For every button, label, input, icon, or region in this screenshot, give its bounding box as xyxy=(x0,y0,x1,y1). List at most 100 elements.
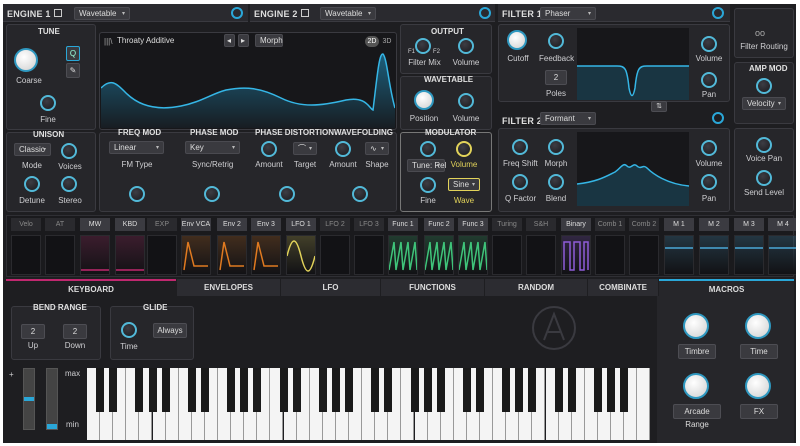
glide-time-knob[interactable] xyxy=(121,322,137,338)
tab-keyboard[interactable]: KEYBOARD xyxy=(6,279,176,296)
filter2-volume-knob[interactable] xyxy=(701,140,717,156)
mod-source-tab-m-3[interactable]: M 3 xyxy=(734,218,764,231)
mod-source-slot-mw[interactable] xyxy=(80,235,110,275)
piano-black-key[interactable] xyxy=(436,368,445,412)
tab-random[interactable]: RANDOM xyxy=(485,279,587,296)
piano-black-key[interactable] xyxy=(384,368,393,412)
piano-black-key[interactable] xyxy=(331,368,340,412)
mod-source-tab-func-1[interactable]: Func 1 xyxy=(388,218,418,231)
voices-knob[interactable] xyxy=(61,143,77,159)
tab-macros[interactable]: MACROS xyxy=(659,279,794,296)
piano-black-key[interactable] xyxy=(292,368,301,412)
mod-source-tab-env-vca[interactable]: Env VCA xyxy=(181,218,211,231)
mod-fine-knob[interactable] xyxy=(420,177,436,193)
send-level-knob[interactable] xyxy=(756,170,772,186)
filter1-pan-knob[interactable] xyxy=(701,72,717,88)
piano-black-key[interactable] xyxy=(528,368,537,412)
copy-icon[interactable] xyxy=(54,9,62,17)
piano-black-key[interactable] xyxy=(253,368,262,412)
engine1-type-dropdown[interactable]: Wavetable ▾ xyxy=(74,7,130,20)
mod-source-slot-lfo-2[interactable] xyxy=(320,235,350,275)
piano-black-key[interactable] xyxy=(502,368,511,412)
mod-wheel[interactable] xyxy=(46,368,58,430)
piano-black-key[interactable] xyxy=(161,368,170,412)
mod-source-tab-s-h[interactable]: S&H xyxy=(526,218,556,231)
piano-black-key[interactable] xyxy=(345,368,353,412)
mod-source-tab-m-1[interactable]: M 1 xyxy=(664,218,694,231)
tab-functions[interactable]: FUNCTIONS xyxy=(381,279,484,296)
mod-source-tab-env-3[interactable]: Env 3 xyxy=(251,218,281,231)
morph-button[interactable]: Morph xyxy=(255,34,283,47)
q-factor-knob[interactable] xyxy=(512,174,528,190)
piano-black-key[interactable] xyxy=(515,368,524,412)
mod-source-tab-velo[interactable]: Velo xyxy=(11,218,41,231)
filter2-type-dropdown[interactable]: Formant ▾ xyxy=(540,112,596,125)
macro-time-knob[interactable] xyxy=(745,313,771,339)
mod-source-slot-env-3[interactable] xyxy=(251,235,281,275)
mod-source-tab-comb-2[interactable]: Comb 2 xyxy=(629,218,659,231)
phase-mod-dropdown[interactable]: Key ▾ xyxy=(185,141,240,154)
poles-value[interactable]: 2 xyxy=(545,70,567,85)
bend-up-value[interactable]: 2 xyxy=(21,324,45,339)
mod-source-tab-lfo-2[interactable]: LFO 2 xyxy=(320,218,350,231)
piano-black-key[interactable] xyxy=(567,368,576,412)
wavetable-prev-button[interactable]: ◂ xyxy=(224,34,235,47)
mod-source-slot-s-h[interactable] xyxy=(526,235,556,275)
fx-label[interactable]: FX xyxy=(740,404,778,419)
piano-black-key[interactable] xyxy=(620,368,629,412)
piano-black-key[interactable] xyxy=(371,368,380,412)
mod-source-tab-comb-1[interactable]: Comb 1 xyxy=(595,218,625,231)
piano-black-key[interactable] xyxy=(410,368,419,412)
mod-source-tab-lfo-3[interactable]: LFO 3 xyxy=(354,218,384,231)
wavetable-volume-knob[interactable] xyxy=(458,93,474,109)
mod-source-slot-lfo-3[interactable] xyxy=(354,235,384,275)
filter1-power-icon[interactable] xyxy=(712,7,724,19)
mod-source-slot-env-2[interactable] xyxy=(217,235,247,275)
piano-black-key[interactable] xyxy=(607,368,615,412)
pd-target-dropdown[interactable]: ⌒ ▾ xyxy=(293,142,317,155)
arcade-range-label[interactable]: Arcade Range xyxy=(673,404,721,429)
wf-amount-knob[interactable] xyxy=(335,141,351,157)
stereo-knob[interactable] xyxy=(61,176,77,192)
tune-q-button[interactable]: Q xyxy=(66,46,80,61)
mod-source-slot-func-3[interactable] xyxy=(458,235,488,275)
piano-black-key[interactable] xyxy=(200,368,209,412)
macro-time-label[interactable]: Time xyxy=(740,344,778,359)
mod-tune-dropdown[interactable]: Tune: Rel ▾ xyxy=(407,159,446,172)
piano-black-key[interactable] xyxy=(462,368,471,412)
fine-knob[interactable] xyxy=(40,95,56,111)
output-volume-knob[interactable] xyxy=(458,38,474,54)
mod-volume-knob[interactable] xyxy=(456,141,472,157)
mod-source-slot-m-4[interactable] xyxy=(768,235,796,275)
unison-mode-dropdown[interactable]: Classic ▾ xyxy=(14,143,51,156)
freq-shift-knob[interactable] xyxy=(512,139,528,155)
filter2-pan-knob[interactable] xyxy=(701,174,717,190)
pd-mod-knob[interactable] xyxy=(279,186,295,202)
detune-knob[interactable] xyxy=(24,176,40,192)
bend-down-value[interactable]: 2 xyxy=(63,324,87,339)
mod-source-tab-func-2[interactable]: Func 2 xyxy=(424,218,454,231)
piano-black-key[interactable] xyxy=(135,368,144,412)
filter1-type-dropdown[interactable]: Phaser ▾ xyxy=(540,7,596,20)
piano-black-key[interactable] xyxy=(318,368,327,412)
mod-source-tab-exp[interactable]: EXP xyxy=(147,218,177,231)
blend-knob[interactable] xyxy=(548,174,564,190)
piano-black-key[interactable] xyxy=(96,368,105,412)
piano-black-key[interactable] xyxy=(148,368,157,412)
phase-mod-knob[interactable] xyxy=(204,186,220,202)
mod-source-slot-func-1[interactable] xyxy=(388,235,418,275)
mod-source-slot-m-2[interactable] xyxy=(699,235,729,275)
piano-black-key[interactable] xyxy=(279,368,288,412)
cutoff-knob[interactable] xyxy=(507,30,527,50)
piano-black-key[interactable] xyxy=(476,368,484,412)
mod-source-slot-comb-1[interactable] xyxy=(595,235,625,275)
engine1-power-icon[interactable] xyxy=(231,7,243,19)
mod-source-slot-m-1[interactable] xyxy=(664,235,694,275)
mod-source-slot-velo[interactable] xyxy=(11,235,41,275)
timbre-knob[interactable] xyxy=(683,313,709,339)
mod-tune-knob[interactable] xyxy=(420,141,436,157)
arcade-range-knob[interactable] xyxy=(683,373,709,399)
feedback-knob[interactable] xyxy=(548,33,564,49)
timbre-label[interactable]: Timbre xyxy=(678,344,716,359)
mod-source-slot-comb-2[interactable] xyxy=(629,235,659,275)
